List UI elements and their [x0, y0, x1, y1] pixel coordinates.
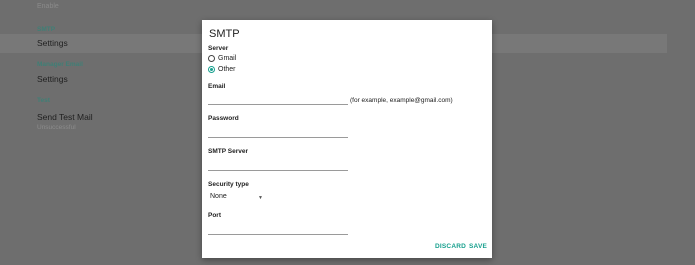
- section-header-smtp: SMTP: [37, 26, 56, 33]
- port-label: Port: [208, 212, 221, 219]
- security-type-select[interactable]: None ▼: [208, 193, 263, 203]
- email-field[interactable]: [208, 93, 348, 103]
- server-option-other[interactable]: Other: [208, 65, 236, 74]
- server-option-gmail-label: Gmail: [218, 55, 237, 62]
- section-header-test: Test: [37, 97, 50, 104]
- server-option-other-label: Other: [218, 66, 236, 73]
- save-button[interactable]: SAVE: [469, 243, 487, 250]
- email-hint: (for example, example@gmail.com): [350, 97, 453, 104]
- smtp-server-field[interactable]: [208, 158, 348, 168]
- email-underline: [208, 104, 348, 105]
- smtp-settings-label: Settings: [37, 38, 68, 48]
- security-type-value: None: [210, 193, 227, 200]
- truncated-setting-text: Enable: [37, 3, 59, 10]
- smtp-dialog: SMTP Server Gmail Other Email (for examp…: [202, 20, 492, 258]
- section-header-manager-email: Manager Email: [37, 61, 83, 68]
- email-label: Email: [208, 83, 226, 90]
- dropdown-caret-icon: ▼: [258, 195, 263, 201]
- send-test-mail-label: Send Test Mail: [37, 112, 93, 122]
- radio-checked-icon: [208, 66, 215, 73]
- test-mail-status: Unsuccessful: [37, 124, 76, 131]
- password-field[interactable]: [208, 125, 348, 135]
- server-option-gmail[interactable]: Gmail: [208, 54, 236, 63]
- password-underline: [208, 137, 348, 138]
- server-label: Server: [208, 45, 229, 52]
- dialog-title: SMTP: [209, 28, 240, 40]
- security-type-label: Security type: [208, 181, 249, 188]
- password-label: Password: [208, 115, 239, 122]
- radio-unchecked-icon: [208, 55, 215, 62]
- smtp-server-underline: [208, 170, 348, 171]
- port-field[interactable]: [208, 222, 348, 232]
- port-underline: [208, 234, 348, 235]
- discard-button[interactable]: DISCARD: [435, 243, 466, 250]
- smtp-server-label: SMTP Server: [208, 148, 248, 155]
- manager-email-settings-label: Settings: [37, 74, 68, 84]
